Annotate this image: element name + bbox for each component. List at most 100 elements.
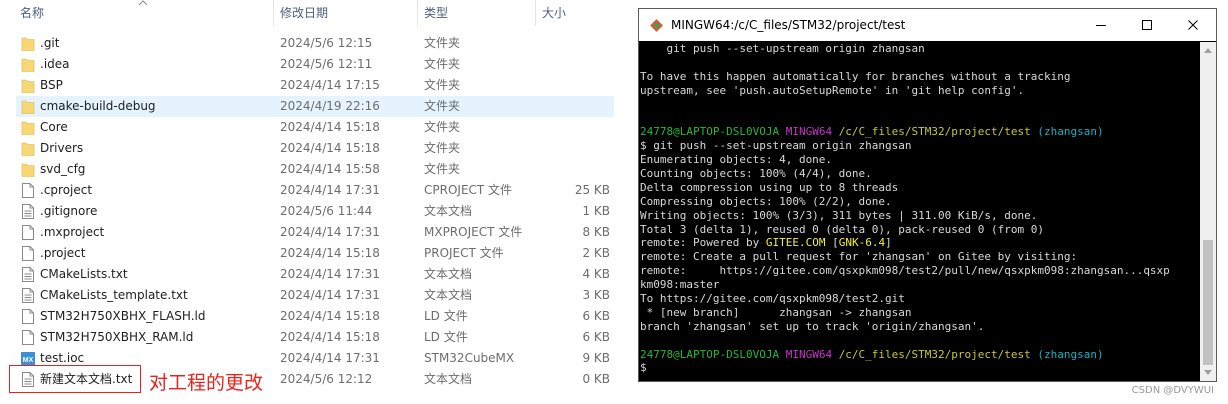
- watermark: CSDN @DVYWUI: [1131, 385, 1214, 396]
- file-type: 文件夹: [424, 36, 461, 50]
- terminal-text-segment: (zhangsan): [1037, 125, 1104, 139]
- folder-icon: [21, 77, 35, 94]
- terminal-text-segment: git push --set-upstream origin zhangsan: [640, 42, 925, 55]
- file-row[interactable]: STM32H750XBHX_FLASH.ld 2024/4/14 15:18 LD …: [16, 306, 614, 327]
- terminal-text-segment: Counting objects: 100% (4/4), done.: [640, 167, 872, 181]
- file-name: .git: [40, 36, 60, 50]
- file-explorer: 名称 修改日期 类型 大小 .git 2024/5/6 12:15 文件夹 .idea…: [0, 0, 618, 404]
- terminal-text-segment: MINGW64: [785, 125, 839, 139]
- text-file-icon: [21, 266, 35, 283]
- terminal-text-segment: km098:master: [640, 278, 720, 292]
- file-row[interactable]: .idea 2024/5/6 12:11 文件夹: [16, 54, 614, 75]
- terminal-line: To have this happen automatically for br…: [640, 70, 1200, 84]
- scroll-down-arrow-icon[interactable]: [1204, 370, 1212, 375]
- file-row[interactable]: CMakeLists_template.txt 2024/4/14 17:31 文本…: [16, 285, 614, 306]
- file-type: 文件夹: [424, 162, 461, 176]
- file-type: 文件夹: [424, 120, 461, 134]
- annotation-text: 对工程的更改: [149, 372, 264, 394]
- column-divider[interactable]: [417, 0, 418, 26]
- file-type: 文本文档: [424, 267, 473, 281]
- column-header-type[interactable]: 类型: [424, 0, 448, 26]
- file-type: CPROJECT 文件: [424, 183, 513, 197]
- file-name: .project: [40, 246, 86, 260]
- terminal-line: To https://gitee.com/qsxpkm098/test2.git: [640, 292, 1200, 306]
- file-size: 6 KB: [582, 330, 610, 344]
- terminal-text-segment: (zhangsan): [1037, 347, 1104, 361]
- terminal-titlebar[interactable]: MINGW64:/c/C_files/STM32/project/test: [639, 9, 1216, 41]
- terminal-line: km098:master: [640, 278, 1200, 292]
- file-type: STM32CubeMX: [424, 351, 515, 365]
- file-name: .gitignore: [40, 204, 98, 218]
- minimize-button[interactable]: [1078, 9, 1124, 41]
- terminal-text-segment: To have this happen automatically for br…: [640, 69, 1071, 83]
- file-type: PROJECT 文件: [424, 246, 504, 260]
- file-row[interactable]: .mxproject 2024/4/14 17:31 MXPROJECT 文件 8 K…: [16, 222, 614, 243]
- terminal-scrollbar[interactable]: [1200, 42, 1216, 381]
- git-bash-icon: [650, 19, 663, 32]
- terminal-window[interactable]: MINGW64:/c/C_files/STM32/project/test gi…: [638, 8, 1217, 382]
- highlight-box: [9, 365, 141, 393]
- file-name: .mxproject: [40, 225, 105, 239]
- file-type: 文本文档: [424, 288, 473, 302]
- svg-text:MX: MX: [23, 357, 34, 364]
- file-date: 2024/4/14 15:18: [280, 246, 380, 260]
- terminal-line: remote: Create a pull request for 'zhang…: [640, 250, 1200, 264]
- terminal-line: Delta compression using up to 8 threads: [640, 181, 1200, 195]
- file-type: LD 文件: [424, 330, 468, 344]
- text-file-icon: [21, 203, 35, 220]
- file-date: 2024/4/14 17:31: [280, 267, 380, 281]
- terminal-line: remote: https://gitee.com/qsxpkm098/test…: [640, 264, 1200, 278]
- terminal-title: MINGW64:/c/C_files/STM32/project/test: [671, 18, 906, 32]
- file-date: 2024/4/14 17:31: [280, 351, 380, 365]
- column-header-size[interactable]: 大小: [542, 0, 566, 26]
- terminal-output[interactable]: git push --set-upstream origin zhangsan T…: [640, 42, 1200, 381]
- terminal-line: remote: Powered by GITEE.COM [GNK-6.4]: [640, 236, 1200, 250]
- file-name: svd_cfg: [40, 162, 86, 176]
- file-date: 2024/4/14 17:31: [280, 288, 380, 302]
- terminal-text-segment: MINGW64: [785, 347, 839, 361]
- column-header-name[interactable]: 名称: [20, 0, 44, 26]
- file-type: LD 文件: [424, 309, 468, 323]
- file-size: 9 KB: [582, 351, 610, 365]
- file-row[interactable]: Drivers 2024/4/14 15:18 文件夹: [16, 138, 614, 159]
- file-name: Core: [40, 120, 68, 134]
- text-file-icon: [21, 287, 35, 304]
- column-divider[interactable]: [273, 0, 274, 26]
- file-name: STM32H750XBHX_RAM.ld: [40, 330, 194, 344]
- maximize-button[interactable]: [1124, 9, 1170, 41]
- close-icon: [1188, 20, 1198, 30]
- scroll-up-arrow-icon[interactable]: [1204, 48, 1212, 53]
- file-row[interactable]: STM32H750XBHX_RAM.ld 2024/4/14 15:18 LD 文件…: [16, 327, 614, 348]
- file-row[interactable]: .cproject 2024/4/14 17:31 CPROJECT 文件 25 KB: [16, 180, 614, 201]
- file-date: 2024/4/14 17:15: [280, 78, 380, 92]
- file-type: 文件夹: [424, 78, 461, 92]
- terminal-text-segment: remote: https://gitee.com/qsxpkm098/test…: [640, 264, 1170, 278]
- file-size: 8 KB: [582, 225, 610, 239]
- file-type: 文件夹: [424, 99, 461, 113]
- file-date: 2024/5/6 12:15: [280, 36, 373, 50]
- file-row[interactable]: .project 2024/4/14 15:18 PROJECT 文件 2 KB: [16, 243, 614, 264]
- file-row[interactable]: .git 2024/5/6 12:15 文件夹: [16, 33, 614, 54]
- file-row[interactable]: Core 2024/4/14 15:18 文件夹: [16, 117, 614, 138]
- file-size: 0 KB: [582, 372, 610, 386]
- file-date: 2024/4/14 17:31: [280, 183, 380, 197]
- terminal-line: Counting objects: 100% (4/4), done.: [640, 167, 1200, 181]
- close-button[interactable]: [1170, 9, 1216, 41]
- column-divider[interactable]: [535, 0, 536, 26]
- file-icon: [21, 329, 35, 346]
- file-icon: [21, 308, 35, 325]
- terminal-line: Total 3 (delta 1), reused 0 (delta 0), p…: [640, 223, 1200, 237]
- terminal-text-segment: Writing objects: 100% (3/3), 311 bytes |…: [640, 208, 1038, 222]
- scrollbar-thumb[interactable]: [1203, 240, 1213, 365]
- column-header-date[interactable]: 修改日期: [280, 0, 328, 26]
- file-row[interactable]: svd_cfg 2024/4/14 15:58 文件夹: [16, 159, 614, 180]
- file-row[interactable]: .gitignore 2024/5/6 11:44 文本文档 1 KB: [16, 201, 614, 222]
- file-row[interactable]: BSP 2024/4/14 17:15 文件夹: [16, 75, 614, 96]
- terminal-line: 24778@LAPTOP-DSL0VOJA MINGW64 /c/C_files…: [640, 125, 1200, 139]
- folder-icon: [21, 56, 35, 73]
- file-row[interactable]: cmake-build-debug 2024/4/19 22:16 文件夹: [16, 96, 614, 117]
- folder-icon: [21, 98, 35, 115]
- file-row[interactable]: CMakeLists.txt 2024/4/14 17:31 文本文档 4 KB: [16, 264, 614, 285]
- maximize-icon: [1142, 20, 1152, 30]
